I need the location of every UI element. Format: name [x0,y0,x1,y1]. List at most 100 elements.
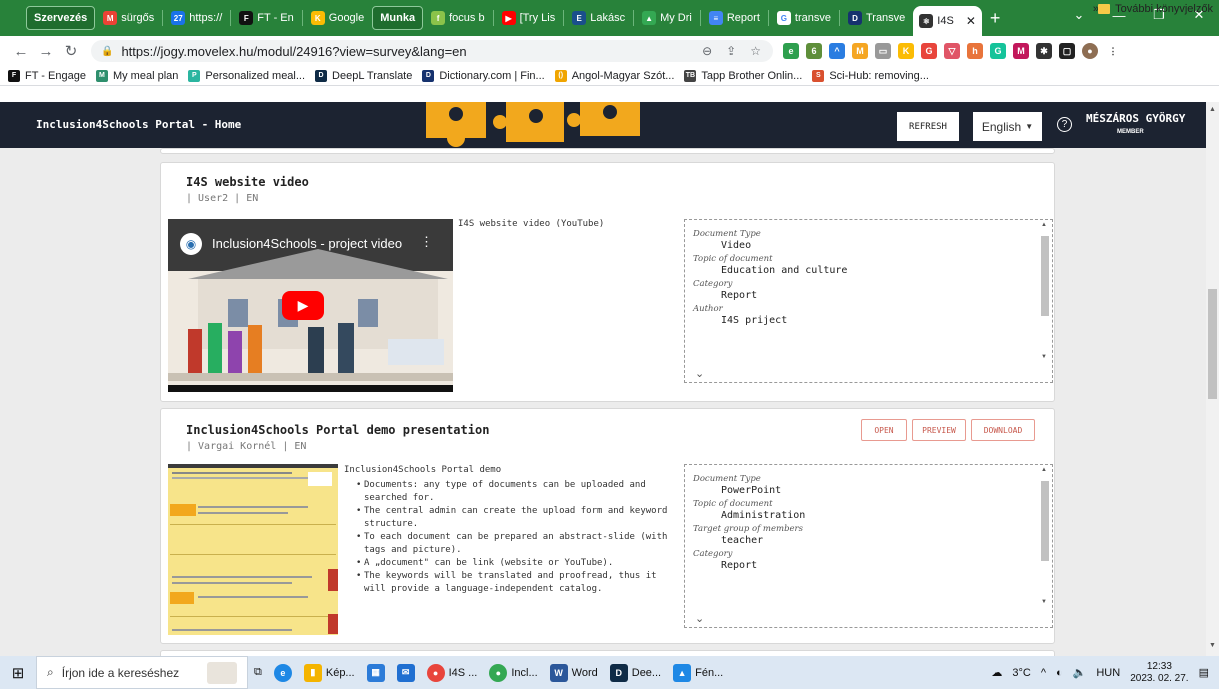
tab-dictionary[interactable]: D Transve [842,6,911,30]
taskbar-chrome-incl[interactable]: ● Incl... [483,656,543,689]
tab-i4s-active[interactable]: ⚛ I4S ✕ [913,6,982,36]
reader-extension-icon[interactable]: ▭ [875,43,891,59]
other-bookmarks[interactable]: További könyvjelzők [1098,3,1213,15]
grammar-extension-icon[interactable]: G [990,43,1006,59]
scroll-thumb[interactable] [1041,236,1049,316]
weather-temperature[interactable]: 3°C [1012,667,1030,679]
bookmark-deepl[interactable]: D DeepL Translate [315,69,412,82]
language-select[interactable]: English ▼ [973,112,1042,141]
scroll-up-icon[interactable]: ▲ [1041,467,1047,473]
tab-drive[interactable]: ▲ My Dri [636,6,698,30]
bookmark-angol-magyar[interactable]: () Angol-Magyar Szót... [554,69,674,82]
puzzle-extensions-icon[interactable]: ✱ [1036,43,1052,59]
scroll-up-icon[interactable]: ▲ [1209,106,1216,113]
bookmark-tapp-brother[interactable]: TB Tapp Brother Onlin... [684,69,802,82]
taskbar-word[interactable]: W Word [544,656,604,689]
scroll-thumb[interactable] [1208,289,1217,399]
grad-cap-extension-icon[interactable]: ^ [829,43,845,59]
refresh-button[interactable]: REFRESH [897,112,959,141]
tab-surgos[interactable]: Msürgős [97,6,160,30]
notification-icon[interactable]: ▤ [1199,666,1209,679]
address-bar[interactable]: 🔒 https://jogy.movelex.hu/modul/24916?vi… [91,40,773,62]
evernote-extension-icon[interactable]: e [783,43,799,59]
app-title[interactable]: Inclusion4Schools Portal - Home [36,118,241,131]
tab-report[interactable]: ≡ Report [703,6,766,30]
taskbar-photos[interactable]: ▲ Fén... [667,656,729,689]
mendeley-extension-icon[interactable]: M [1013,43,1029,59]
scroll-up-icon[interactable]: ▲ [1041,222,1047,228]
pocket-extension-icon[interactable]: ▽ [944,43,960,59]
volume-icon[interactable]: 🔈 [1073,666,1087,679]
tab-group-munka[interactable]: Munka [372,6,424,30]
new-tab-icon[interactable]: + [990,8,1001,29]
network-icon[interactable]: ◐ [1056,667,1063,679]
clock[interactable]: 12:33 2023. 02. 27. [1130,661,1188,685]
channel-logo-icon[interactable]: ◉ [180,233,202,255]
input-language[interactable]: HUN [1096,667,1120,679]
document-title[interactable]: I4S website video [186,175,309,189]
share-icon[interactable]: ⇪ [726,44,736,58]
task-view-icon[interactable]: ⧉ [248,656,268,689]
star-icon[interactable]: ☆ [750,44,761,58]
grammarly-extension-icon[interactable]: G [921,43,937,59]
properties-scrollbar[interactable]: ▲ ▼ [1040,222,1049,360]
expand-chevron-icon[interactable]: ⌄ [695,367,704,380]
tab-google-keep[interactable]: K Google [305,6,370,30]
honey-extension-icon[interactable]: h [967,43,983,59]
properties-scrollbar[interactable]: ▲ ▼ [1040,467,1049,605]
bookmark-dictionary[interactable]: D Dictionary.com | Fin... [422,69,545,82]
scroll-thumb[interactable] [1041,481,1049,561]
page-scrollbar[interactable]: ▲ ▼ [1206,102,1219,656]
open-button[interactable]: OPEN [861,419,907,441]
keep-extension-icon[interactable]: K [898,43,914,59]
zoom-icon[interactable]: ⊖ [702,44,712,58]
forward-arrow-icon[interactable]: → [35,43,57,60]
more-options-icon[interactable]: ⋮ [420,234,433,250]
tab-google-search[interactable]: Gtransve [771,6,837,30]
tab-elte[interactable]: E Lakásc [566,6,631,30]
taskbar-edge[interactable]: e [268,656,298,689]
lock-icon[interactable]: 🔒 [101,46,113,57]
bookmark-sci-hub[interactable]: S Sci-Hub: removing... [812,69,929,82]
taskbar-deepl[interactable]: D Dee... [604,656,667,689]
taskbar-store[interactable]: ▦ [361,656,391,689]
slide-preview-image[interactable] [168,464,338,635]
windows-start-icon[interactable]: ⊞ [0,664,36,682]
taskbar-mail[interactable]: ✉ [391,656,421,689]
taskbar-explorer[interactable]: ▮ Kép... [298,656,361,689]
download-button[interactable]: DOWNLOAD [971,419,1035,441]
youtube-video-embed[interactable]: ◉ Inclusion4Schools - project video ⋮ ▶ [168,219,453,392]
document-title[interactable]: Inclusion4Schools Portal demo presentati… [186,423,489,437]
taskbar-search-box[interactable]: ⌕ Írjon ide a kereséshez [36,656,248,689]
back-arrow-icon[interactable]: ← [10,43,32,60]
video-title[interactable]: Inclusion4Schools - project video [212,236,402,251]
document-properties-panel[interactable]: Document Type PowerPoint Topic of docume… [684,464,1053,628]
help-icon[interactable]: ? [1057,117,1072,132]
scroll-down-icon[interactable]: ▼ [1041,599,1047,605]
bookmark-personalized-meal[interactable]: P Personalized meal... [188,69,305,82]
play-icon[interactable]: ▶ [282,291,324,320]
sidebar-icon[interactable]: ▢ [1059,43,1075,59]
document-properties-panel[interactable]: Document Type Video Topic of document Ed… [684,219,1053,383]
menu-kebab-icon[interactable]: ⋮ [1105,43,1121,59]
taskbar-chrome-i4s[interactable]: ● I4S ... [421,656,484,689]
sheets-extension-icon[interactable]: 6 [806,43,822,59]
url-text[interactable]: https://jogy.movelex.hu/modul/24916?view… [121,44,466,59]
bookmark-meal-plan[interactable]: M My meal plan [95,69,178,82]
tab-calendar[interactable]: 27 https:// [165,6,228,30]
weather-icon[interactable]: ☁ [991,666,1002,679]
user-name[interactable]: MÉSZÁROS GYÖRGY [1086,112,1185,125]
profile-avatar-icon[interactable]: ● [1082,43,1098,59]
tray-chevron-icon[interactable]: ^ [1041,667,1046,679]
m-extension-icon[interactable]: M [852,43,868,59]
scroll-down-icon[interactable]: ▼ [1209,642,1216,649]
bookmark-ft-engage[interactable]: F FT - Engage [8,69,86,82]
close-tab-icon[interactable]: ✕ [966,14,976,28]
tab-ft[interactable]: F FT - En [233,6,299,30]
expand-chevron-icon[interactable]: ⌄ [695,612,704,625]
tab-group-szervezes[interactable]: Szervezés [26,6,96,30]
preview-button[interactable]: PREVIEW [912,419,966,441]
reload-icon[interactable]: ↻ [60,42,82,60]
search-highlight-icon[interactable] [207,661,237,684]
scroll-down-icon[interactable]: ▼ [1041,354,1047,360]
